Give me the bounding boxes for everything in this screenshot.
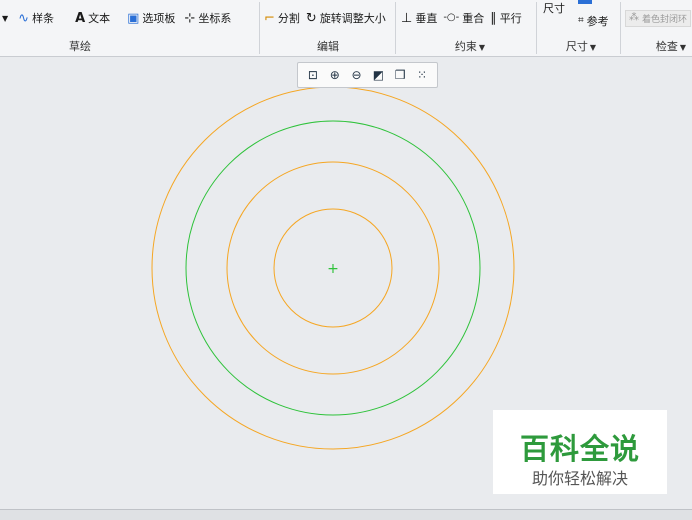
group-separator: [395, 2, 396, 54]
rotate-resize-button[interactable]: ↻ 旋转调整大小: [306, 10, 386, 26]
refit-button[interactable]: ⊡: [305, 67, 321, 83]
sketcher-display-icon: ⁙: [417, 68, 428, 82]
coordinate-system-icon: ⊹: [184, 10, 196, 26]
status-bar: [0, 509, 692, 520]
sketch-group-label: 草绘: [69, 40, 91, 53]
group-separator: [259, 2, 260, 54]
parallel-button[interactable]: ∥ 平行: [490, 10, 522, 26]
perpendicular-icon: ⊥: [401, 10, 413, 26]
rotate-resize-icon: ↻: [305, 10, 317, 26]
ribbon: ▼ ∿ 样条 A 文本 ▣ 选项板 ⊹ 坐标系 草绘 ⌐ 分割 ↻ 旋转调整大小 编辑 ⊥ 垂…: [0, 0, 692, 57]
constraint-group-dropdown[interactable]: 约束 ▼: [440, 38, 500, 54]
reference-icon: ⌗: [578, 15, 584, 26]
edit-tools: ⌐ 分割 ↻ 旋转调整大小: [264, 8, 395, 28]
graphics-mini-toolbar: ⊡ ⊕ ⊖ ◩ ❒ ⁙: [297, 62, 438, 88]
coordinate-system-button[interactable]: ⊹ 坐标系: [184, 10, 231, 26]
sketch-dropdown-arrow[interactable]: ▼: [0, 14, 8, 23]
saved-orientations-button[interactable]: ❒: [392, 67, 408, 83]
chevron-down-icon: ▼: [478, 43, 486, 52]
divide-icon: ⌐: [264, 10, 275, 26]
dimension-button[interactable]: 尺寸: [543, 0, 565, 16]
watermark: 百科全说 助你轻松解决: [493, 410, 667, 494]
display-style-icon: ◩: [372, 68, 385, 82]
parallel-icon: ∥: [490, 10, 497, 26]
text-icon: A: [75, 10, 86, 26]
palette-icon: ▣: [127, 10, 140, 26]
reference-button[interactable]: ⌗ 参考: [578, 13, 609, 29]
display-style-button[interactable]: ◩: [370, 67, 386, 83]
shade-closed-loops-icon: ⁂: [629, 12, 639, 23]
divide-button[interactable]: ⌐ 分割: [264, 10, 300, 26]
watermark-subtitle: 助你轻松解决: [531, 469, 628, 488]
edit-group-label: 编辑: [317, 40, 339, 53]
perpendicular-button[interactable]: ⊥ 垂直: [401, 10, 437, 26]
text-button[interactable]: A 文本: [75, 10, 110, 26]
chevron-down-icon: ▼: [679, 43, 687, 52]
coincident-icon: -○-: [443, 12, 460, 23]
watermark-title: 百科全说: [519, 432, 640, 466]
zoom-out-button[interactable]: ⊖: [349, 67, 365, 83]
center-mark: +: [327, 261, 339, 277]
group-separator: [620, 2, 621, 54]
dimension-group-dropdown[interactable]: 尺寸 ▼: [556, 38, 606, 54]
sketch-tools: ▼ ∿ 样条 A 文本 ▣ 选项板 ⊹ 坐标系: [0, 8, 240, 28]
coincident-button[interactable]: -○- 重合: [443, 10, 484, 26]
spline-icon: ∿: [18, 10, 30, 26]
chevron-down-icon: ▼: [589, 43, 597, 52]
saved-orientations-icon: ❒: [394, 68, 406, 82]
palette-button[interactable]: ▣ 选项板: [127, 10, 175, 26]
group-separator: [536, 2, 537, 54]
inspect-group-dropdown[interactable]: 检查 ▼: [650, 38, 692, 54]
zoom-out-icon: ⊖: [351, 68, 362, 82]
shade-closed-loops-button[interactable]: ⁂ 着色封闭环: [625, 9, 692, 27]
spline-button[interactable]: ∿ 样条: [18, 10, 54, 26]
dimension-icon: [578, 0, 592, 4]
constraint-tools: ⊥ 垂直 -○- 重合 ∥ 平行: [401, 8, 522, 28]
dimension-tools: ⌗ 参考: [578, 11, 618, 31]
inspect-tools: ⁂ 着色封闭环: [625, 8, 692, 28]
zoom-in-button[interactable]: ⊕: [327, 67, 343, 83]
refit-icon: ⊡: [307, 68, 318, 82]
sketcher-display-button[interactable]: ⁙: [414, 67, 430, 83]
zoom-in-icon: ⊕: [329, 68, 340, 82]
